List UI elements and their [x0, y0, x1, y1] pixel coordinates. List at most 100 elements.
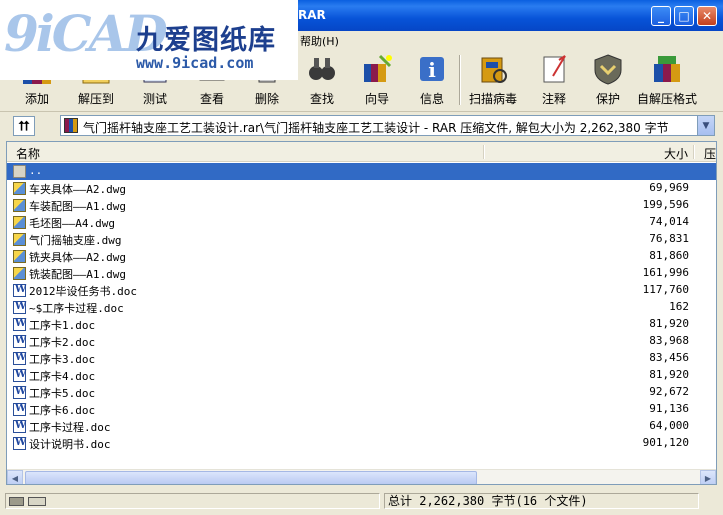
- file-row[interactable]: 工序卡过程.doc 64,000: [7, 418, 716, 435]
- virus-scan-label: 扫描病毒: [469, 92, 518, 106]
- virus-scan-icon: [481, 57, 507, 83]
- minimize-button[interactable]: _: [651, 6, 671, 26]
- file-row[interactable]: 车装配图——A1.dwg 199,596: [7, 197, 716, 214]
- binoculars-icon: [309, 58, 335, 80]
- watermark-logo: 9iCAD 九爱图纸库 www.9icad.com: [0, 0, 298, 80]
- close-button[interactable]: ✕: [697, 6, 717, 26]
- column-packed[interactable]: 压: [704, 145, 716, 162]
- add-label: 添加: [24, 92, 49, 106]
- chevron-down-icon[interactable]: ▼: [697, 116, 714, 135]
- dwg-file-icon: [13, 199, 26, 212]
- status-summary: 总计 2,262,380 字节(16 个文件): [384, 493, 699, 509]
- file-size: 81,860: [649, 249, 689, 262]
- file-name: 铣夹具体——A2.dwg: [29, 251, 126, 264]
- sfx-label: 自解压格式: [637, 92, 698, 106]
- file-row[interactable]: 工序卡3.doc 83,456: [7, 350, 716, 367]
- file-name: ..: [29, 164, 43, 177]
- protect-button[interactable]: 保护: [591, 52, 625, 108]
- file-row[interactable]: ~$工序卡过程.doc 162: [7, 299, 716, 316]
- file-size: 76,831: [649, 232, 689, 245]
- file-row[interactable]: ..: [7, 163, 716, 180]
- status-left-pane: [5, 493, 380, 509]
- word-doc-icon: [13, 284, 26, 297]
- dwg-file-icon: [13, 250, 26, 263]
- view-label: 查看: [199, 92, 224, 106]
- path-combobox[interactable]: 气门摇杆轴支座工艺工装设计.rar\气门摇杆轴支座工艺工装设计 - RAR 压缩…: [60, 115, 715, 136]
- word-doc-icon: [13, 318, 26, 331]
- file-row[interactable]: 毛坯图——A4.dwg 74,014: [7, 214, 716, 231]
- file-name: 毛坯图——A4.dwg: [29, 217, 115, 230]
- column-divider[interactable]: [483, 145, 485, 159]
- maximize-button[interactable]: □: [674, 6, 694, 26]
- up-arrow-icon: ⮅: [18, 118, 30, 134]
- column-size[interactable]: 大小: [664, 145, 688, 162]
- file-list[interactable]: 名称 大小 压 .. 车夹具体——A2.dwg 69,969 车装配图——A1.dwg…: [6, 141, 717, 485]
- info-label: 信息: [419, 92, 444, 106]
- word-doc-icon: [13, 386, 26, 399]
- test-label: 测试: [142, 92, 167, 106]
- file-name: 车装配图——A1.dwg: [29, 200, 126, 213]
- address-bar: ⮅ 气门摇杆轴支座工艺工装设计.rar\气门摇杆轴支座工艺工装设计 - RAR …: [0, 113, 723, 138]
- file-size: 162: [669, 300, 689, 313]
- menu-help[interactable]: 帮助(H): [300, 33, 339, 49]
- drive-icon[interactable]: [9, 497, 24, 506]
- up-folder-button[interactable]: ⮅: [13, 116, 35, 136]
- path-text: 气门摇杆轴支座工艺工装设计.rar\气门摇杆轴支座工艺工装设计 - RAR 压缩…: [83, 121, 669, 135]
- file-size: 161,996: [642, 266, 689, 279]
- file-size: 83,968: [649, 334, 689, 347]
- virus-scan-button[interactable]: 扫描病毒: [469, 52, 517, 108]
- file-name: 设计说明书.doc: [29, 438, 111, 451]
- file-size: 64,000: [649, 419, 689, 432]
- file-row[interactable]: 工序卡5.doc 92,672: [7, 384, 716, 401]
- file-row[interactable]: 2012毕设任务书.doc 117,760: [7, 282, 716, 299]
- scroll-right-icon[interactable]: ▶: [700, 470, 716, 484]
- dwg-file-icon: [13, 267, 26, 280]
- scroll-left-icon[interactable]: ◀: [7, 470, 23, 484]
- file-size: 901,120: [642, 436, 689, 449]
- column-divider[interactable]: [693, 145, 695, 159]
- wizard-button[interactable]: 向导: [360, 52, 394, 108]
- horizontal-scrollbar[interactable]: ◀ ▶: [7, 469, 716, 484]
- file-size: 91,136: [649, 402, 689, 415]
- file-row[interactable]: 车夹具体——A2.dwg 69,969: [7, 180, 716, 197]
- info-button[interactable]: i 信息: [415, 52, 449, 108]
- file-row[interactable]: 铣夹具体——A2.dwg 81,860: [7, 248, 716, 265]
- file-row[interactable]: 工序卡2.doc 83,968: [7, 333, 716, 350]
- file-name: 工序卡5.doc: [29, 387, 96, 400]
- sfx-icon: [654, 56, 680, 82]
- logo-name: 九爱图纸库: [136, 25, 276, 56]
- column-name[interactable]: 名称: [16, 145, 40, 162]
- status-bar: 总计 2,262,380 字节(16 个文件): [0, 490, 723, 511]
- dwg-file-icon: [13, 233, 26, 246]
- sfx-button[interactable]: 自解压格式: [637, 52, 697, 108]
- file-name: 工序卡过程.doc: [29, 421, 111, 434]
- file-name: ~$工序卡过程.doc: [29, 302, 124, 315]
- word-doc-icon: [13, 420, 26, 433]
- svg-text:i: i: [428, 58, 436, 82]
- shield-icon: [594, 54, 622, 85]
- file-size: 81,920: [649, 317, 689, 330]
- file-size: 69,969: [649, 181, 689, 194]
- file-size: 199,596: [642, 198, 689, 211]
- window-title: RAR: [298, 8, 326, 22]
- file-row[interactable]: 铣装配图——A1.dwg 161,996: [7, 265, 716, 282]
- file-size: 74,014: [649, 215, 689, 228]
- comment-button[interactable]: 注释: [537, 52, 571, 108]
- wizard-icon: [364, 54, 392, 82]
- folder-icon: [13, 165, 26, 178]
- file-name: 工序卡1.doc: [29, 319, 96, 332]
- file-row[interactable]: 设计说明书.doc 901,120: [7, 435, 716, 452]
- extract-label: 解压到: [78, 92, 115, 106]
- key-icon[interactable]: [28, 497, 46, 506]
- file-row[interactable]: 工序卡1.doc 81,920: [7, 316, 716, 333]
- file-row[interactable]: 气门摇轴支座.dwg 76,831: [7, 231, 716, 248]
- file-name: 车夹具体——A2.dwg: [29, 183, 126, 196]
- file-name: 工序卡4.doc: [29, 370, 96, 383]
- info-icon: i: [420, 57, 444, 82]
- scrollbar-thumb[interactable]: [25, 471, 477, 484]
- find-label: 查找: [309, 92, 334, 106]
- file-size: 81,920: [649, 368, 689, 381]
- file-row[interactable]: 工序卡6.doc 91,136: [7, 401, 716, 418]
- file-row[interactable]: 工序卡4.doc 81,920: [7, 367, 716, 384]
- find-button[interactable]: 查找: [305, 52, 339, 108]
